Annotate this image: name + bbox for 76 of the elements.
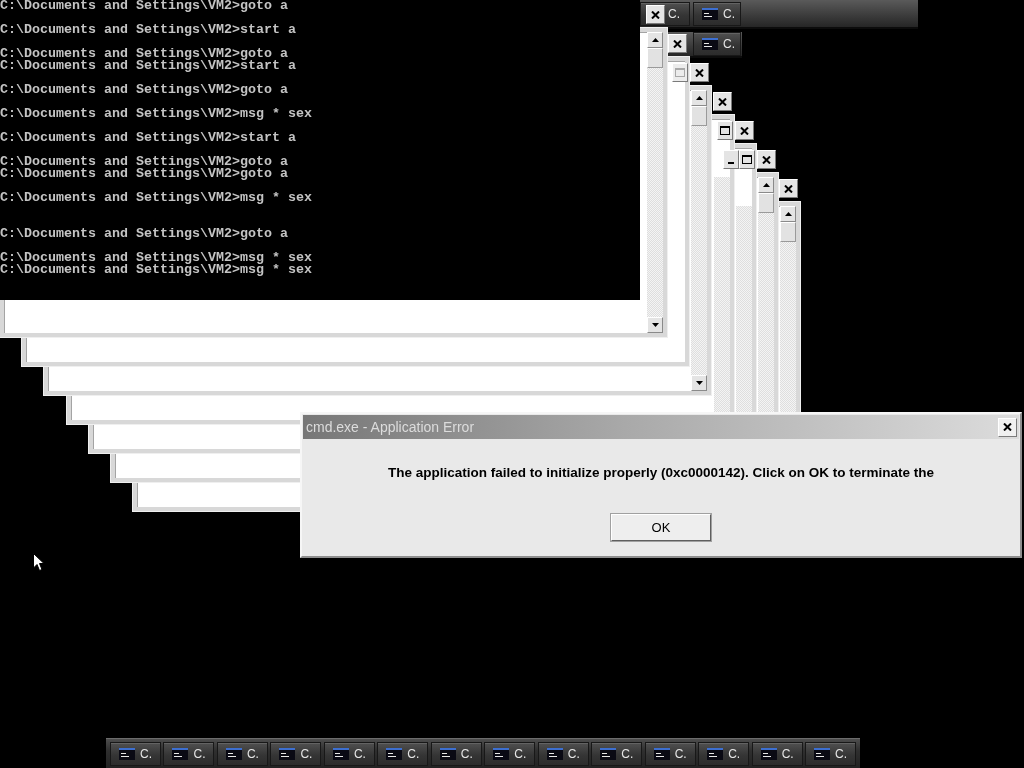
scroll-down-button[interactable]	[691, 375, 707, 391]
maximize-button[interactable]	[717, 121, 733, 140]
taskbar-button[interactable]: C.	[537, 741, 589, 766]
up-arrow-icon	[762, 183, 770, 187]
up-arrow-icon	[651, 38, 659, 42]
taskbar-button[interactable]: C.	[377, 741, 429, 766]
console-icon	[707, 747, 724, 760]
console-icon	[600, 747, 617, 760]
console-icon	[172, 747, 189, 760]
console-icon	[546, 747, 563, 760]
taskbar-button[interactable]: C.	[163, 741, 215, 766]
taskbar-button[interactable]: C.	[805, 741, 857, 766]
minimize-icon	[728, 162, 734, 164]
down-arrow-icon	[651, 323, 659, 327]
close-button[interactable]	[779, 179, 798, 198]
close-icon	[718, 97, 727, 106]
minimize-button[interactable]	[723, 150, 739, 169]
scroll-thumb[interactable]	[758, 193, 774, 213]
scroll-up-button[interactable]	[758, 177, 774, 193]
taskbar-button[interactable]: C.	[693, 1, 741, 26]
taskbar-button[interactable]: C.	[698, 741, 750, 766]
close-button[interactable]	[735, 121, 754, 140]
close-icon	[784, 184, 793, 193]
scroll-thumb[interactable]	[691, 106, 707, 126]
console-icon	[332, 747, 349, 760]
close-button[interactable]	[668, 34, 687, 53]
close-button[interactable]	[646, 5, 665, 24]
taskbar-button[interactable]: C.	[323, 741, 375, 766]
taskbar-button[interactable]: C.	[693, 32, 741, 56]
close-icon	[695, 68, 704, 77]
close-button[interactable]	[713, 92, 732, 111]
console-icon	[814, 747, 831, 760]
taskbar-button[interactable]: C.	[484, 741, 536, 766]
close-button[interactable]	[690, 63, 709, 82]
scroll-up-button[interactable]	[647, 32, 663, 48]
taskbar-button[interactable]: C.	[644, 741, 696, 766]
close-icon	[740, 126, 749, 135]
console-icon	[279, 747, 296, 760]
up-arrow-icon	[784, 212, 792, 216]
taskbar-button[interactable]: C.	[591, 741, 643, 766]
maximize-icon	[675, 68, 685, 77]
taskbar-button[interactable]: C.	[110, 741, 161, 766]
console-icon	[119, 747, 135, 760]
scroll-thumb[interactable]	[647, 48, 663, 68]
maximize-button[interactable]	[739, 150, 755, 169]
scroll-down-button[interactable]	[647, 317, 663, 333]
scroll-thumb[interactable]	[780, 222, 796, 242]
maximize-icon	[742, 155, 752, 164]
scroll-up-button[interactable]	[780, 206, 796, 222]
ok-button[interactable]: OK	[611, 514, 711, 541]
console-output: C:\Documents and Settings\VM2>goto a C:\Documents and Settings\VM2>start a C:\Documents and Settings\VM2>goto a C:\Documents and Settings\VM2>start a C:\Documents and Settings\VM2>goto a C:\Documents and Settings\VM2>msg * sex C:\Documents and Settings\VM2>start a C:\Documents and Settings\VM2>goto a C:\Documents and Settings\VM2>goto a C:\Documents and Settings\VM2>msg * sex C:\Documents and Settings\VM2>goto a C:\Documents and Settings\VM2>msg * sex C:\Documents and Settings\VM2>msg * sex	[0, 0, 312, 276]
close-button[interactable]	[757, 150, 776, 169]
dialog-title: cmd.exe - Application Error	[306, 419, 475, 435]
mouse-pointer-icon	[33, 553, 45, 572]
close-icon	[762, 155, 771, 164]
console-icon	[653, 747, 670, 760]
taskbar-button[interactable]: C.	[751, 741, 803, 766]
up-arrow-icon	[695, 96, 703, 100]
close-button[interactable]	[998, 417, 1017, 437]
console-icon	[702, 38, 718, 50]
taskbar-button[interactable]: C.	[430, 741, 482, 766]
scroll-up-button[interactable]	[691, 90, 707, 106]
close-icon	[673, 39, 682, 48]
console-icon	[493, 747, 510, 760]
error-message: The application failed to initialize properly (0xc0000142). Click on OK to terminate the	[387, 465, 935, 481]
close-icon	[1003, 423, 1012, 431]
console-icon	[702, 7, 718, 20]
close-icon	[651, 10, 660, 19]
console-icon	[439, 747, 456, 760]
maximize-icon	[720, 126, 730, 135]
console-icon	[386, 747, 403, 760]
taskbar-button[interactable]: C.	[270, 741, 322, 766]
taskbar-button[interactable]: C.	[216, 741, 268, 766]
console-icon	[225, 747, 242, 760]
console-icon	[760, 747, 777, 760]
down-arrow-icon	[695, 381, 703, 385]
